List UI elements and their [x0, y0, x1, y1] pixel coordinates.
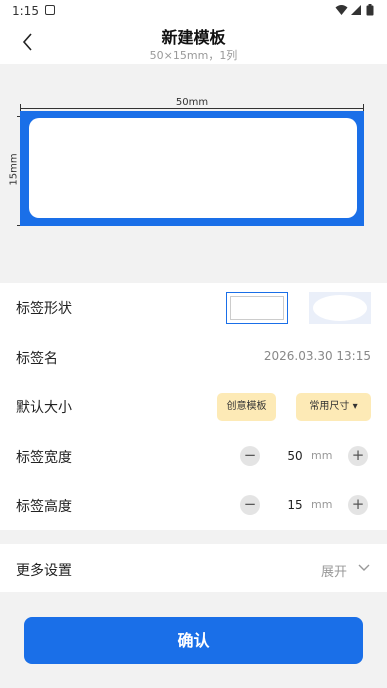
notification-icon	[45, 5, 55, 15]
width-dimension-label: 50mm	[175, 97, 209, 108]
width-decrease-button[interactable]: −	[240, 446, 260, 466]
label-shape-row: 标签形状	[0, 283, 387, 331]
height-unit: mm	[311, 498, 333, 511]
shape-rectangle-option[interactable]	[226, 292, 288, 324]
label-canvas	[20, 111, 364, 226]
label-name-label: 标签名	[16, 351, 58, 367]
confirm-button[interactable]: 确认	[24, 617, 363, 664]
common-size-dropdown[interactable]: 常用尺寸 ▾	[296, 393, 371, 421]
label-name-value[interactable]: 2026.03.30 13:15	[264, 349, 371, 363]
app-header: 新建模板 50×15mm，1列	[0, 22, 387, 64]
width-unit: mm	[311, 449, 333, 462]
creative-template-button[interactable]: 创意模板	[217, 393, 276, 421]
width-increase-button[interactable]: +	[348, 446, 368, 466]
status-time: 1:15	[12, 4, 39, 18]
label-height-row: 标签高度 − 15 mm +	[0, 481, 387, 529]
more-settings-row[interactable]: 更多设置 展开	[0, 544, 387, 592]
label-inner-area	[29, 118, 357, 218]
width-dimension: 50mm	[20, 97, 364, 112]
height-dimension-label: 15mm	[8, 153, 20, 186]
chevron-down-icon[interactable]	[357, 561, 371, 575]
page-title: 新建模板	[161, 28, 226, 47]
height-decrease-button[interactable]: −	[240, 495, 260, 515]
default-size-row: 默认大小 创意模板 常用尺寸 ▾	[0, 382, 387, 430]
expand-label[interactable]: 展开	[321, 561, 347, 580]
default-size-label: 默认大小	[16, 400, 72, 416]
page-subtitle: 50×15mm，1列	[149, 49, 238, 62]
label-preview: 50mm 15mm	[0, 64, 387, 283]
label-width-label: 标签宽度	[16, 450, 72, 466]
more-settings-label: 更多设置	[16, 563, 72, 579]
signal-icon	[351, 5, 361, 15]
label-width-row: 标签宽度 − 50 mm +	[0, 432, 387, 480]
height-value[interactable]: 15	[280, 498, 310, 512]
label-shape-label: 标签形状	[16, 301, 72, 317]
width-value[interactable]: 50	[280, 449, 310, 463]
shape-oval-option[interactable]	[309, 292, 371, 324]
template-form: 标签形状 标签名 2026.03.30 13:15 默认大小 创意模板 常用尺寸…	[0, 283, 387, 530]
label-name-row[interactable]: 标签名 2026.03.30 13:15	[0, 333, 387, 381]
status-bar: 1:15	[0, 0, 387, 22]
wifi-icon	[335, 5, 348, 15]
battery-icon	[366, 4, 374, 16]
label-height-label: 标签高度	[16, 499, 72, 515]
height-increase-button[interactable]: +	[348, 495, 368, 515]
